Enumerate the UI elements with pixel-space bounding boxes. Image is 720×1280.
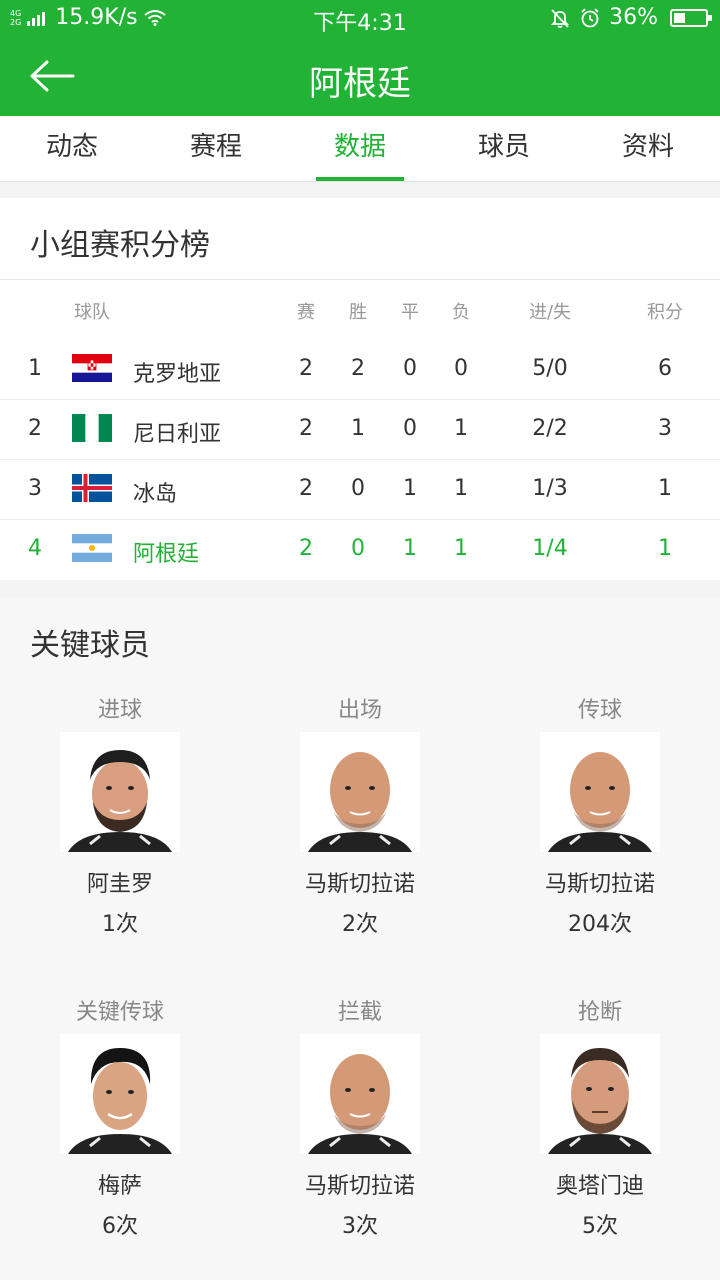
rank: 1 (28, 356, 42, 381)
status-bar: 4G 2G 15.9K/s 下午4:31 36% (0, 0, 720, 36)
key-player-goals[interactable]: 进球 阿圭罗 1次 (0, 692, 240, 938)
team-name: 冰岛 (133, 482, 178, 507)
argentina-flag-icon (72, 534, 112, 562)
battery-icon (670, 8, 712, 27)
alarm-icon (581, 7, 599, 27)
goals: 5/0 (532, 356, 568, 381)
won: 1 (351, 416, 365, 441)
page-title: 阿根廷 (309, 64, 411, 104)
key-player-key-passes[interactable]: 关键传球 梅萨 6次 (0, 994, 240, 1240)
lost: 0 (454, 356, 468, 381)
stat-category: 关键传球 (75, 1000, 164, 1025)
goals: 2/2 (532, 416, 568, 441)
bell-muted-icon (550, 8, 570, 28)
col-lost: 负 (452, 302, 470, 323)
key-player-passes[interactable]: 传球 马斯切拉诺 204次 (480, 692, 720, 938)
draw: 1 (403, 536, 417, 561)
played: 2 (299, 356, 313, 381)
lost: 1 (454, 536, 468, 561)
stat-category: 进球 (97, 698, 142, 723)
draw: 0 (403, 356, 417, 381)
app-bar: 阿根廷 (0, 36, 720, 116)
stat-count: 6次 (102, 1214, 138, 1239)
player-name: 马斯切拉诺 (304, 872, 415, 897)
tab-data[interactable]: 数据 (288, 116, 432, 181)
col-won: 胜 (349, 302, 367, 323)
team-name: 克罗地亚 (133, 362, 222, 387)
goals: 1/3 (532, 476, 568, 501)
bearded-player-photo (60, 732, 180, 852)
points: 3 (658, 416, 672, 441)
col-draw: 平 (401, 302, 419, 323)
won: 0 (351, 476, 365, 501)
bald-player-photo (300, 732, 420, 852)
bearded-player-photo (540, 1034, 660, 1154)
table-row[interactable]: 2 尼日利亚 2 1 0 1 2/2 3 (0, 400, 720, 460)
points: 1 (658, 536, 672, 561)
standings-header: 球队 赛 胜 平 负 进/失 积分 (0, 298, 720, 326)
points: 6 (658, 356, 672, 381)
won: 0 (351, 536, 365, 561)
young-player-photo (60, 1034, 180, 1154)
played: 2 (299, 536, 313, 561)
key-player-interceptions[interactable]: 拦截 马斯切拉诺 3次 (240, 994, 480, 1240)
played: 2 (299, 476, 313, 501)
iceland-flag-icon (72, 474, 112, 502)
stat-category: 传球 (577, 698, 622, 723)
rank: 3 (28, 476, 42, 501)
stat-count: 2次 (342, 912, 378, 937)
battery-percent: 36% (609, 5, 658, 30)
tab-players[interactable]: 球员 (432, 116, 576, 181)
tab-schedule[interactable]: 赛程 (144, 116, 288, 181)
stat-category: 抢断 (577, 1000, 622, 1025)
stat-count: 3次 (342, 1214, 378, 1239)
stat-category: 拦截 (337, 1000, 382, 1025)
col-points: 积分 (647, 302, 683, 323)
table-row-highlighted[interactable]: 4 阿根廷 2 0 1 1 1/4 1 (0, 520, 720, 580)
tab-info[interactable]: 资料 (576, 116, 720, 181)
col-goals: 进/失 (528, 302, 572, 323)
played: 2 (299, 416, 313, 441)
player-name: 梅萨 (97, 1174, 142, 1199)
player-name: 奥塔门迪 (555, 1174, 644, 1199)
player-name: 阿圭罗 (86, 872, 153, 897)
bald-player-photo (300, 1034, 420, 1154)
tab-bar: 动态 赛程 数据 球员 资料 (0, 116, 720, 182)
key-player-tackles[interactable]: 抢断 奥塔门迪 5次 (480, 994, 720, 1240)
key-players-title: 关键球员 (30, 628, 150, 663)
player-name: 马斯切拉诺 (304, 1174, 415, 1199)
key-players-card: 关键球员 进球 阿圭罗 1次 出场 马斯切拉诺 2次 传球 马斯切拉诺 204次… (0, 598, 720, 1280)
won: 2 (351, 356, 365, 381)
stat-count: 5次 (582, 1214, 618, 1239)
stat-count: 204次 (568, 912, 632, 937)
bald-player-photo (540, 732, 660, 852)
rank: 2 (28, 416, 42, 441)
tab-news[interactable]: 动态 (0, 116, 144, 181)
draw: 0 (403, 416, 417, 441)
table-row[interactable]: 1 克罗地亚 2 2 0 0 5/0 6 (0, 340, 720, 400)
col-team: 球队 (74, 302, 110, 323)
status-right: 36% (549, 5, 712, 30)
points: 1 (658, 476, 672, 501)
stat-count: 1次 (102, 912, 138, 937)
player-name: 马斯切拉诺 (544, 872, 655, 897)
table-row[interactable]: 3 冰岛 2 0 1 1 1/3 1 (0, 460, 720, 520)
key-player-appearances[interactable]: 出场 马斯切拉诺 2次 (240, 692, 480, 938)
team-name: 阿根廷 (133, 542, 200, 567)
lost: 1 (454, 476, 468, 501)
rank: 4 (28, 536, 42, 561)
goals: 1/4 (532, 536, 568, 561)
group-standings-card: 小组赛积分榜 球队 赛 胜 平 负 进/失 积分 1 克罗地亚 2 2 0 0 … (0, 198, 720, 580)
lost: 1 (454, 416, 468, 441)
divider (0, 279, 720, 280)
team-name: 尼日利亚 (133, 422, 222, 447)
standings-title: 小组赛积分榜 (30, 228, 210, 263)
stat-category: 出场 (337, 698, 382, 723)
col-played: 赛 (297, 302, 315, 323)
nigeria-flag-icon (72, 414, 112, 442)
draw: 1 (403, 476, 417, 501)
croatia-flag-icon (72, 354, 112, 382)
